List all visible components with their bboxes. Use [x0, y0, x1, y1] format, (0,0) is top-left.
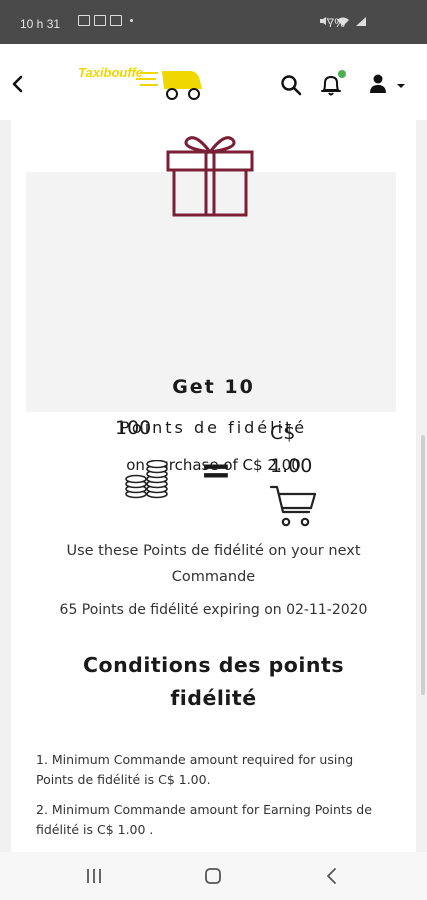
message-icon: [110, 15, 122, 26]
taxibouffe-logo[interactable]: Taxibouffe: [78, 63, 208, 103]
coins-icon: [125, 460, 168, 499]
system-navigation-bar: [0, 852, 427, 900]
notification-dot: [338, 70, 346, 78]
back-icon[interactable]: [322, 866, 342, 886]
signal-icon: [356, 17, 366, 26]
user-icon: [370, 74, 386, 93]
offer-title: Get 10: [172, 376, 255, 398]
shopping-cart-icon: [269, 485, 317, 527]
conditions-title: Conditions des points fidélité: [82, 653, 345, 710]
status-bar: 10 h 31 7%: [0, 0, 427, 44]
equals-sign: =: [200, 448, 232, 492]
condition-item: 2. Minimum Commande amount for Earning P…: [36, 802, 372, 837]
condition-item: 1. Minimum Commande amount required for …: [36, 752, 354, 787]
caret-down-icon: [397, 84, 405, 88]
search-icon[interactable]: [280, 74, 302, 96]
gift-icon: [166, 136, 254, 217]
image-icon: [94, 15, 106, 26]
points-amount: 100: [115, 417, 152, 439]
loyalty-card: Get 10 Points de fidélité on purchase of…: [11, 120, 416, 852]
gallery-icon: [78, 15, 90, 26]
conditions-list: 1. Minimum Commande amount required for …: [36, 750, 391, 850]
status-notification-icons: [78, 15, 133, 26]
currency-value: C$ 1.00: [270, 417, 330, 483]
app-header: Taxibouffe: [0, 44, 427, 120]
scrollbar[interactable]: [421, 435, 425, 695]
user-menu[interactable]: [368, 73, 408, 97]
recent-apps-icon[interactable]: [84, 867, 104, 885]
expiring-points-text: 65 Points de fidélité expiring on 02-11-…: [59, 602, 368, 618]
battery-level: 7%: [327, 16, 345, 30]
more-notifications-icon: [130, 19, 133, 22]
currency-label: C$: [270, 422, 296, 444]
back-arrow-icon[interactable]: [6, 72, 30, 96]
status-time: 10 h 31: [20, 17, 61, 31]
logo-text: Taxibouffe: [78, 65, 144, 80]
use-points-text: Use these Points de fidélité on your nex…: [66, 543, 361, 585]
home-icon[interactable]: [203, 866, 223, 886]
currency-amount: 1.00: [270, 455, 313, 477]
offer-subtitle: Points de fidélité: [119, 418, 308, 437]
